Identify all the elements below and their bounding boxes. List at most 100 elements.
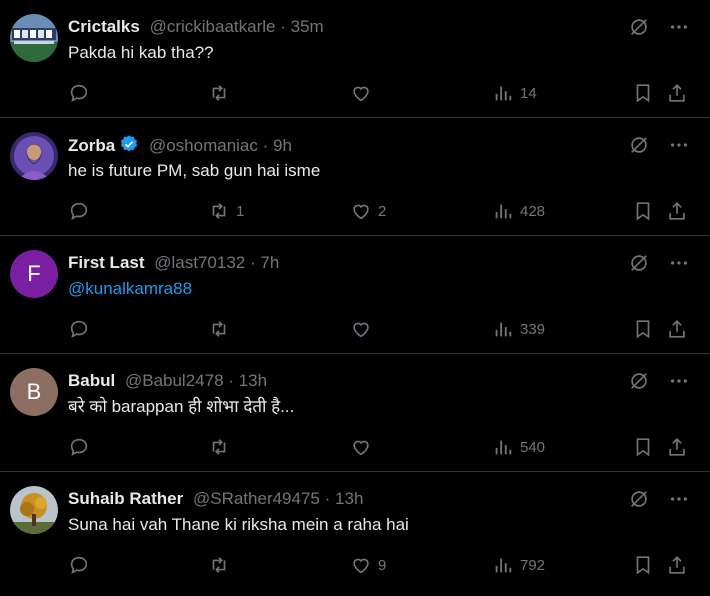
replies-feed: Crictalks @crickibaatkarle · 35m Pakda h… [0, 0, 710, 592]
bookmark-button[interactable] [632, 318, 654, 340]
user-handle[interactable]: @crickibaatkarle [150, 17, 276, 36]
top-actions [628, 370, 690, 392]
reply-icon [70, 84, 88, 102]
views-icon [495, 204, 512, 219]
view-count: 339 [520, 320, 546, 338]
avatar-letter: B [10, 368, 58, 416]
avatar[interactable] [10, 486, 58, 534]
like-button[interactable] [350, 82, 378, 104]
autumn-tree-avatar-icon [10, 486, 58, 534]
reply-button[interactable] [68, 200, 96, 222]
reply-header: Suhaib Rather @SRather49475 · 13h [68, 488, 630, 510]
share-button[interactable] [666, 200, 688, 222]
reply-item[interactable]: Suhaib Rather @SRather49475 · 13h Suna h… [0, 472, 710, 592]
view-count: 792 [520, 556, 546, 574]
bookmark-icon [636, 202, 650, 221]
mention-link[interactable]: @kunalkamra88 [68, 278, 192, 300]
repost-count: 1 [236, 202, 245, 220]
bookmark-button[interactable] [632, 200, 654, 222]
top-actions [628, 16, 690, 38]
reply-button[interactable] [68, 554, 96, 576]
separator: · [250, 253, 256, 272]
top-actions [628, 488, 690, 510]
reply-button[interactable] [68, 436, 96, 458]
more-icon[interactable] [668, 134, 690, 156]
bookmark-button[interactable] [632, 82, 654, 104]
timestamp[interactable]: 9h [273, 136, 292, 155]
repost-button[interactable] [208, 436, 236, 458]
action-bar: 1 2 428 [68, 200, 690, 222]
like-count: 9 [378, 556, 387, 574]
bookmark-icon [636, 84, 650, 103]
reply-item[interactable]: F First Last @last70132 · 7h @kunalkamra… [0, 236, 710, 354]
share-icon [669, 84, 685, 102]
more-icon[interactable] [668, 252, 690, 274]
user-handle[interactable]: @last70132 [154, 253, 245, 272]
bookmark-button[interactable] [632, 436, 654, 458]
avatar[interactable] [10, 132, 58, 180]
grok-icon[interactable] [628, 488, 650, 510]
bookmark-icon [636, 320, 650, 339]
repost-icon [212, 439, 226, 455]
grok-icon[interactable] [628, 370, 650, 392]
repost-button[interactable]: 1 [208, 200, 244, 222]
user-handle[interactable]: @Babul2478 [125, 371, 224, 390]
views-icon [495, 86, 512, 101]
reply-icon [70, 438, 88, 456]
reply-item[interactable]: B Babul @Babul2478 · 13h बरे को barappan… [0, 354, 710, 472]
timestamp[interactable]: 13h [239, 371, 267, 390]
views-button[interactable]: 428 [492, 200, 545, 222]
reply-icon [70, 320, 88, 338]
user-handle[interactable]: @SRather49475 [193, 489, 320, 508]
timestamp[interactable]: 7h [260, 253, 279, 272]
display-name[interactable]: First Last [68, 253, 145, 272]
share-button[interactable] [666, 82, 688, 104]
view-count: 14 [520, 84, 537, 102]
separator: · [324, 489, 331, 508]
more-icon[interactable] [668, 16, 690, 38]
views-button[interactable]: 792 [492, 554, 545, 576]
user-handle[interactable]: @oshomaniac [149, 136, 258, 155]
reply-button[interactable] [68, 82, 96, 104]
grok-icon[interactable] [628, 16, 650, 38]
reply-item[interactable]: Crictalks @crickibaatkarle · 35m Pakda h… [0, 0, 710, 118]
separator: · [262, 136, 269, 155]
share-button[interactable] [666, 554, 688, 576]
views-button[interactable]: 14 [492, 82, 537, 104]
like-button[interactable]: 2 [350, 200, 386, 222]
repost-button[interactable] [208, 318, 236, 340]
verified-badge-icon [119, 134, 139, 160]
avatar[interactable] [10, 14, 58, 62]
like-icon [353, 440, 369, 456]
display-name[interactable]: Suhaib Rather [68, 489, 183, 508]
display-name[interactable]: Babul [68, 371, 115, 390]
reply-item[interactable]: Zorba @oshomaniac · 9h he is future PM, … [0, 118, 710, 236]
repost-icon [212, 203, 226, 219]
share-button[interactable] [666, 318, 688, 340]
like-icon [353, 558, 369, 574]
reply-text: Pakda hi kab tha?? [68, 43, 214, 62]
more-icon[interactable] [668, 488, 690, 510]
reply-button[interactable] [68, 318, 96, 340]
like-button[interactable] [350, 436, 378, 458]
avatar[interactable]: F [10, 250, 58, 298]
grok-icon[interactable] [628, 134, 650, 156]
views-button[interactable]: 339 [492, 318, 545, 340]
reply-text: he is future PM, sab gun hai isme [68, 161, 321, 180]
cricket-stadium-avatar-icon [10, 14, 58, 62]
display-name[interactable]: Crictalks [68, 17, 140, 36]
display-name[interactable]: Zorba [68, 136, 115, 155]
bearded-man-avatar-icon [10, 132, 58, 180]
grok-icon[interactable] [628, 252, 650, 274]
timestamp[interactable]: 13h [335, 489, 363, 508]
repost-button[interactable] [208, 82, 236, 104]
views-button[interactable]: 540 [492, 436, 545, 458]
like-button[interactable] [350, 318, 378, 340]
share-button[interactable] [666, 436, 688, 458]
avatar[interactable]: B [10, 368, 58, 416]
timestamp[interactable]: 35m [291, 17, 324, 36]
like-button[interactable]: 9 [350, 554, 386, 576]
bookmark-button[interactable] [632, 554, 654, 576]
repost-button[interactable] [208, 554, 236, 576]
more-icon[interactable] [668, 370, 690, 392]
